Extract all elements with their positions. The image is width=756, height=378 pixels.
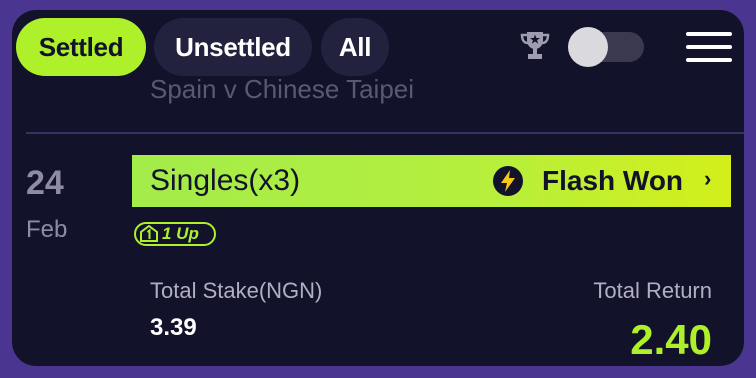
total-stake-value: 3.39 <box>150 314 197 341</box>
previous-bet-match: Spain v Chinese Taipei <box>150 74 415 104</box>
tab-settled[interactable]: Settled <box>16 18 146 76</box>
trophy-icon[interactable] <box>518 28 552 62</box>
one-up-badge: 1 Up <box>134 222 216 246</box>
bet-title: Singles(x3) <box>150 164 301 197</box>
one-up-icon <box>140 225 158 242</box>
tab-unsettled[interactable]: Unsettled <box>154 18 312 76</box>
chevron-right-icon: › <box>704 166 712 191</box>
divider <box>26 132 744 134</box>
badge-label: 1 Up <box>162 224 199 243</box>
total-return-value: 2.40 <box>630 316 712 363</box>
bet-history-panel: Settled Unsettled All Spain v Chinese Ta… <box>12 10 744 366</box>
toggle-switch[interactable] <box>568 27 644 67</box>
bet-summary-banner[interactable]: Singles(x3) Flash Won › <box>132 155 731 207</box>
lightning-bolt-icon <box>493 166 523 196</box>
bet-date-month: Feb <box>26 216 68 243</box>
toggle-knob <box>568 27 608 67</box>
bet-status: Flash Won <box>542 165 684 196</box>
bet-date-day: 24 <box>26 164 64 202</box>
tab-all[interactable]: All <box>321 18 389 76</box>
total-return-label: Total Return <box>593 278 712 303</box>
total-stake-label: Total Stake(NGN) <box>150 278 323 303</box>
hamburger-menu-icon[interactable] <box>686 30 732 64</box>
